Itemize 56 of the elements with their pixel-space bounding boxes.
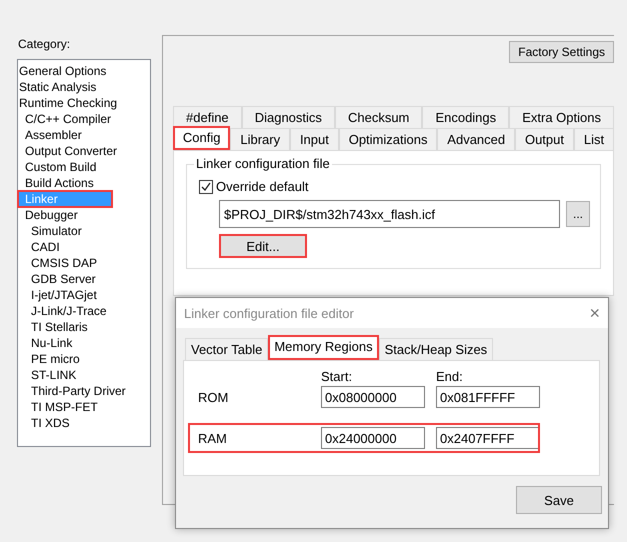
tab[interactable]: Advanced: [437, 128, 516, 150]
category-item[interactable]: GDB Server: [18, 271, 150, 287]
start-field[interactable]: 0x08000000: [321, 386, 425, 408]
tab[interactable]: Library: [230, 128, 290, 150]
group-title: Linker configuration file: [194, 156, 332, 171]
end-field[interactable]: 0x2407FFFF: [436, 427, 540, 449]
tab[interactable]: Memory Regions: [268, 335, 379, 360]
category-item[interactable]: CMSIS DAP: [18, 255, 150, 271]
category-item[interactable]: TI XDS: [18, 415, 150, 431]
category-item[interactable]: Third-Party Driver: [18, 383, 150, 399]
tab[interactable]: Config: [173, 126, 230, 150]
factory-settings-button[interactable]: Factory Settings: [509, 41, 614, 63]
close-button[interactable]: ×: [589, 302, 600, 324]
category-item[interactable]: J-Link/J-Trace: [18, 303, 150, 319]
region-name: RAM: [198, 430, 228, 446]
category-item[interactable]: C/C++ Compiler: [18, 111, 150, 127]
browse-button[interactable]: ...: [566, 201, 590, 227]
category-item[interactable]: General Options: [18, 63, 150, 79]
category-item[interactable]: Assembler: [18, 127, 150, 143]
category-item[interactable]: ST-LINK: [18, 367, 150, 383]
tab[interactable]: Output: [515, 128, 574, 150]
category-item[interactable]: Debugger: [18, 207, 150, 223]
category-item[interactable]: TI Stellaris: [18, 319, 150, 335]
tab[interactable]: Optimizations: [338, 128, 438, 150]
tab[interactable]: Input: [290, 128, 339, 150]
tab[interactable]: Encodings: [422, 106, 510, 128]
path-field[interactable]: $PROJ_DIR$/stm32h743xx_flash.icf: [219, 200, 560, 228]
tab[interactable]: Vector Table: [185, 338, 268, 360]
category-item[interactable]: I-jet/JTAGjet: [18, 287, 150, 303]
tab[interactable]: Checksum: [334, 106, 422, 128]
column-header: End:: [436, 371, 464, 382]
category-item[interactable]: Nu-Link: [18, 335, 150, 351]
tab[interactable]: #define: [173, 106, 242, 128]
category-item[interactable]: PE micro: [18, 351, 150, 367]
category-item[interactable]: Simulator: [18, 223, 150, 239]
dialog-title: Linker configuration file editor: [184, 306, 354, 320]
end-field[interactable]: 0x081FFFFF: [436, 386, 540, 408]
category-item[interactable]: Output Converter: [18, 143, 150, 159]
region-name: ROM: [198, 390, 230, 404]
category-item[interactable]: Static Analysis: [18, 79, 150, 95]
checkbox[interactable]: [199, 180, 213, 194]
category-item[interactable]: TI MSP-FET: [18, 399, 150, 415]
edit-button[interactable]: Edit...: [219, 234, 307, 258]
category-item[interactable]: CADI: [18, 239, 150, 255]
save-button[interactable]: Save: [516, 486, 602, 514]
tab[interactable]: Stack/Heap Sizes: [378, 338, 494, 360]
column-header: Start:: [321, 371, 354, 382]
tab[interactable]: Diagnostics: [242, 106, 335, 128]
tab[interactable]: Extra Options: [509, 106, 614, 128]
category-item[interactable]: Runtime Checking: [18, 95, 150, 111]
tab[interactable]: List: [574, 128, 614, 150]
category-label: Category:: [17, 37, 72, 51]
category-item[interactable]: Custom Build: [18, 159, 150, 175]
checkbox-label: Override default: [216, 179, 308, 194]
start-field[interactable]: 0x24000000: [321, 427, 425, 449]
category-item[interactable]: Build Actions: [18, 175, 150, 191]
